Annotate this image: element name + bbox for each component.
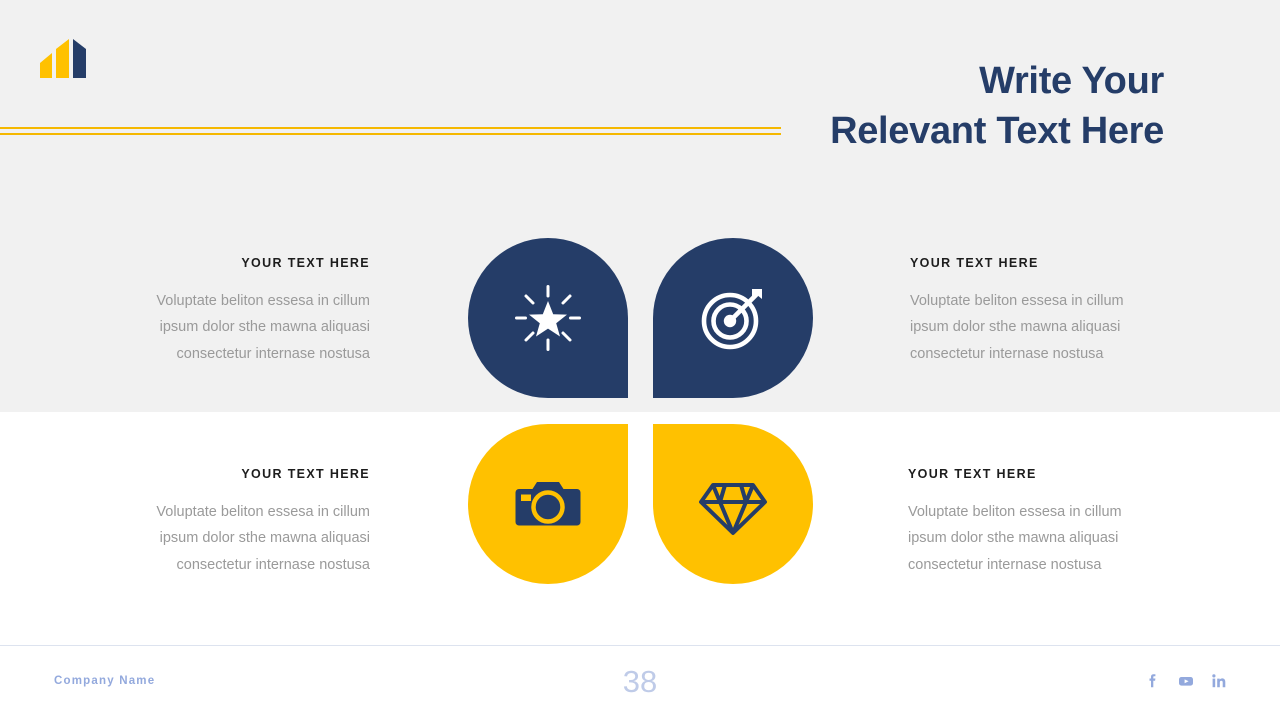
body-line: Voluptate beliton essesa in cillum xyxy=(908,504,1122,520)
title-line-1: Write Your xyxy=(979,60,1164,102)
text-block-heading: YOUR TEXT HERE xyxy=(908,467,1037,481)
camera-icon xyxy=(511,467,585,541)
facebook-icon[interactable] xyxy=(1144,672,1162,690)
social-links xyxy=(1144,672,1228,690)
body-line: ipsum dolor sthe mawna aliquasi xyxy=(159,319,370,336)
footer-divider xyxy=(0,645,1280,646)
shape-star-burst[interactable] xyxy=(468,238,628,398)
youtube-icon[interactable] xyxy=(1177,672,1195,690)
text-block-body: Voluptate beliton essesa in cillum ipsum… xyxy=(110,288,370,367)
body-line: consectetur internase nostusa xyxy=(908,556,1102,573)
linkedin-icon[interactable] xyxy=(1210,672,1228,690)
target-arrow-icon xyxy=(696,281,770,355)
text-block-bottom-left: YOUR TEXT HERE Voluptate beliton essesa … xyxy=(110,467,370,578)
text-block-top-left: YOUR TEXT HERE Voluptate beliton essesa … xyxy=(110,256,370,367)
shape-camera[interactable] xyxy=(468,424,628,584)
body-line: Voluptate beliton essesa in cillum xyxy=(156,293,370,309)
text-block-body: Voluptate beliton essesa in cillum ipsum… xyxy=(110,499,370,578)
body-line: ipsum dolor sthe mawna aliquasi xyxy=(159,530,370,547)
text-block-top-right: YOUR TEXT HERE Voluptate beliton essesa … xyxy=(910,256,1170,367)
text-block-heading: YOUR TEXT HERE xyxy=(241,256,370,270)
text-block-body: Voluptate beliton essesa in cillum ipsum… xyxy=(908,499,1168,578)
header-divider-line-bottom xyxy=(0,133,781,135)
body-line: ipsum dolor sthe mawna aliquasi xyxy=(908,530,1119,547)
body-line: ipsum dolor sthe mawna aliquasi xyxy=(910,319,1121,336)
body-line: Voluptate beliton essesa in cillum xyxy=(156,504,370,520)
text-block-body: Voluptate beliton essesa in cillum ipsum… xyxy=(910,288,1170,367)
header-divider-line-top xyxy=(0,127,781,129)
page-number: 38 xyxy=(622,664,658,699)
text-block-heading: YOUR TEXT HERE xyxy=(910,256,1039,270)
shape-diamond[interactable] xyxy=(653,424,813,584)
shape-target[interactable] xyxy=(653,238,813,398)
bar-chart-logo xyxy=(38,38,88,80)
body-line: Voluptate beliton essesa in cillum xyxy=(910,293,1124,309)
body-line: consectetur internase nostusa xyxy=(910,345,1104,362)
body-line: consectetur internase nostusa xyxy=(176,556,370,573)
star-burst-icon xyxy=(511,281,585,355)
body-line: consectetur internase nostusa xyxy=(176,345,370,362)
page-title: Write Your Relevant Text Here xyxy=(524,56,1164,156)
diamond-icon xyxy=(696,467,770,541)
text-block-bottom-right: YOUR TEXT HERE Voluptate beliton essesa … xyxy=(908,467,1168,578)
text-block-heading: YOUR TEXT HERE xyxy=(241,467,370,481)
title-line-2: Relevant Text Here xyxy=(830,110,1164,152)
